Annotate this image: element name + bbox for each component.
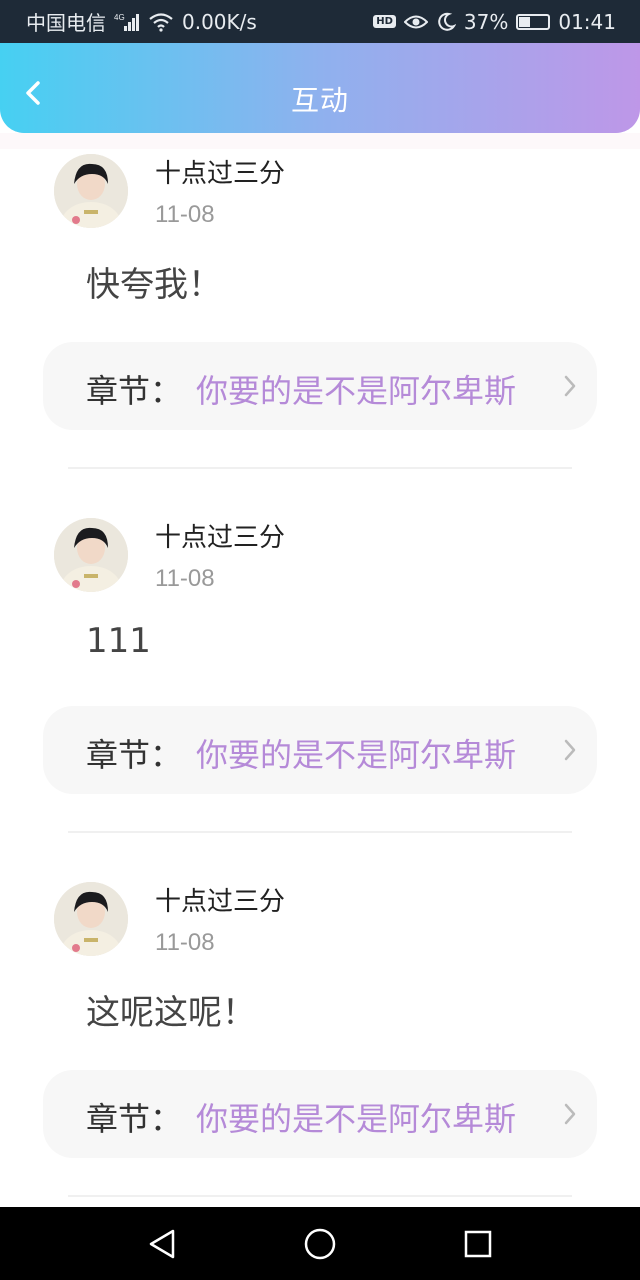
feed-item: 十点过三分 11-08 这呢这呢！ 章节： 你要的是不是阿尔卑斯 xyxy=(0,877,640,1241)
divider xyxy=(68,831,572,833)
recent-square-icon xyxy=(464,1230,492,1257)
interaction-feed: 十点过三分 11-08 快夸我！ 章节： 你要的是不是阿尔卑斯 十点过三分 11… xyxy=(0,149,640,1241)
battery-level xyxy=(519,16,530,27)
chapter-title: 你要的是不是阿尔卑斯 xyxy=(196,372,517,410)
post-date: 11-08 xyxy=(155,201,215,228)
post-content: 快夸我！ xyxy=(86,265,222,305)
status-bar-right: HD 37% 01:41 xyxy=(373,10,616,34)
chevron-right-icon xyxy=(564,739,576,761)
feed-item: 十点过三分 11-08 111 章节： 你要的是不是阿尔卑斯 xyxy=(0,513,640,877)
home-circle-icon xyxy=(304,1228,336,1259)
battery-percent: 37% xyxy=(463,9,509,34)
divider xyxy=(68,467,572,469)
svg-text:4G: 4G xyxy=(114,13,125,22)
chapter-title: 你要的是不是阿尔卑斯 xyxy=(196,1100,517,1138)
post-content: 111 xyxy=(86,621,151,661)
username: 十点过三分 xyxy=(155,887,286,917)
username: 十点过三分 xyxy=(155,523,286,553)
moon-icon xyxy=(436,12,456,32)
hd-icon: HD xyxy=(373,15,396,28)
post-date: 11-08 xyxy=(155,565,215,592)
post-content: 这呢这呢！ xyxy=(86,993,256,1033)
top-app-bar: 互动 xyxy=(0,43,640,133)
nav-back-button[interactable] xyxy=(138,1220,186,1268)
chevron-right-icon xyxy=(564,375,576,397)
avatar[interactable] xyxy=(54,518,128,592)
chapter-label: 章节： xyxy=(86,736,183,774)
carrier-label: 中国电信 xyxy=(26,11,106,35)
status-bar: 中国电信 4G 0.00K/s HD 37% 01:41 xyxy=(0,0,640,43)
status-bar-left: 中国电信 4G 0.00K/s xyxy=(26,7,257,36)
username: 十点过三分 xyxy=(155,159,286,189)
wifi-icon xyxy=(148,12,174,32)
chapter-link[interactable]: 章节： 你要的是不是阿尔卑斯 xyxy=(43,1070,597,1158)
chapter-label: 章节： xyxy=(86,372,183,410)
chevron-right-icon xyxy=(564,1103,576,1125)
chapter-link[interactable]: 章节： 你要的是不是阿尔卑斯 xyxy=(43,706,597,794)
divider xyxy=(68,1195,572,1197)
header-shadow xyxy=(0,133,640,149)
clock: 01:41 xyxy=(558,9,616,34)
battery-icon xyxy=(516,13,551,30)
eye-icon xyxy=(403,13,428,31)
back-triangle-icon xyxy=(149,1229,175,1258)
avatar[interactable] xyxy=(54,154,128,228)
feed-item: 十点过三分 11-08 快夸我！ 章节： 你要的是不是阿尔卑斯 xyxy=(0,149,640,513)
nav-home-button[interactable] xyxy=(296,1220,344,1268)
network-speed: 0.00K/s xyxy=(182,9,257,34)
chapter-link[interactable]: 章节： 你要的是不是阿尔卑斯 xyxy=(43,342,597,430)
signal-icon: 4G xyxy=(114,12,140,32)
post-date: 11-08 xyxy=(155,929,215,956)
nav-recents-button[interactable] xyxy=(454,1220,502,1268)
system-nav-bar xyxy=(0,1207,640,1280)
chapter-label: 章节： xyxy=(86,1100,183,1138)
avatar[interactable] xyxy=(54,882,128,956)
page-title: 互动 xyxy=(290,84,349,117)
chapter-title: 你要的是不是阿尔卑斯 xyxy=(196,736,517,774)
